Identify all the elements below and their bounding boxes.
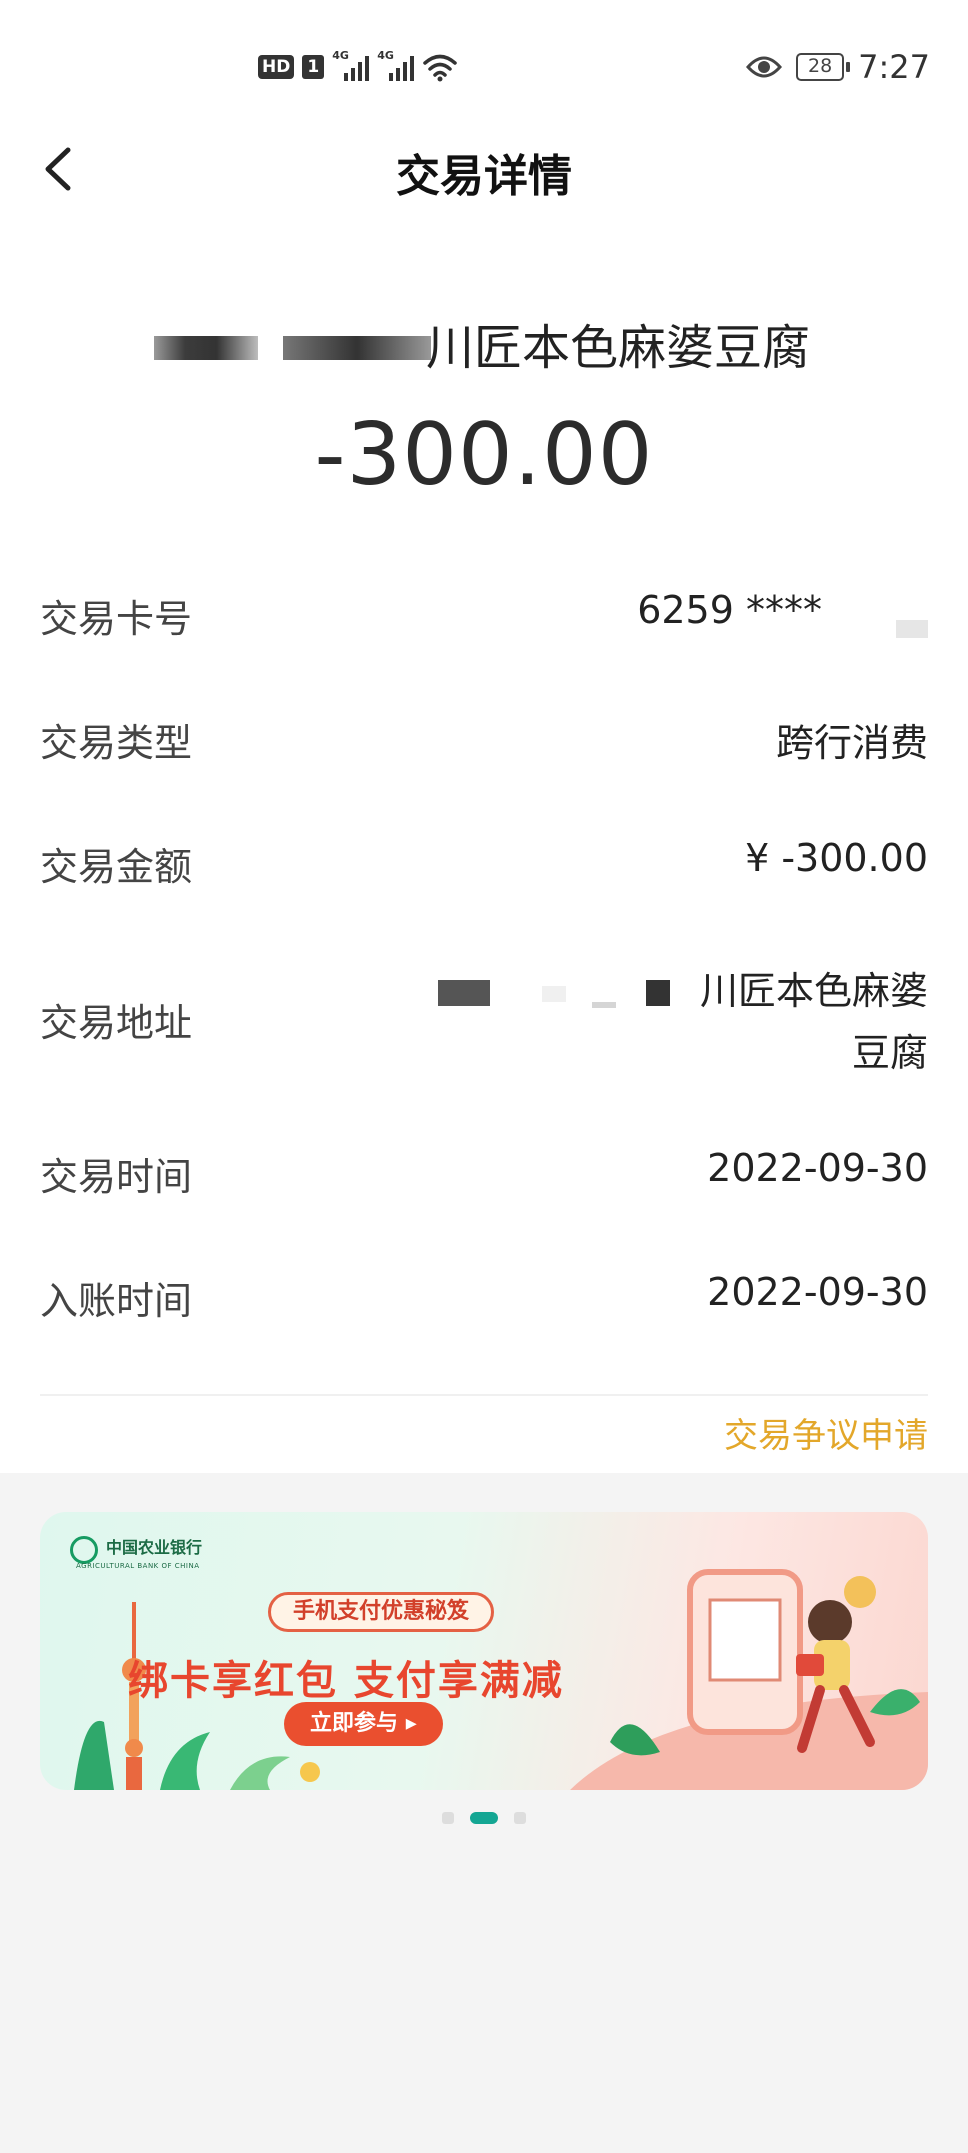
transaction-amount: -300.00 [314, 405, 654, 505]
promo-headline: 绑卡享红包 支付享满减 [128, 1658, 564, 1704]
phone-illustration [570, 1569, 928, 1790]
network-type-label-2: 4G [377, 49, 394, 62]
bank-name-english: AGRICULTURAL BANK OF CHINA [76, 1562, 200, 1570]
status-right: 28 7:27 [746, 48, 930, 86]
divider [40, 1394, 928, 1396]
transaction-amount-value: ¥ -300.00 [745, 836, 928, 880]
battery-icon: 28 [796, 53, 851, 81]
join-now-button[interactable]: 立即参与 ▸ [284, 1702, 443, 1746]
detail-row-time: 交易时间 2022-09-30 [40, 1146, 928, 1202]
eye-icon [746, 56, 783, 78]
redacted-text [542, 986, 566, 1002]
carousel-dot[interactable] [442, 1812, 454, 1824]
redacted-text [154, 336, 258, 360]
detail-row-amount: 交易金额 ¥ -300.00 [40, 836, 928, 892]
sim-badge: 1 [302, 55, 325, 79]
promo-tag: 手机支付优惠秘笈 [268, 1592, 495, 1632]
redacted-text [646, 980, 670, 1006]
carousel-dot-active[interactable] [470, 1812, 498, 1824]
bank-name: 中国农业银行 [106, 1538, 203, 1557]
transaction-address-line1: 川匠本色麻婆 [699, 969, 928, 1013]
play-arrow-icon: ▸ [405, 1711, 417, 1736]
transaction-address-line2: 豆腐 [851, 1031, 928, 1075]
signal-icon-2: 4G [377, 49, 415, 81]
dispute-link[interactable]: 交易争议申请 [724, 1408, 928, 1457]
bank-logo-icon [70, 1536, 98, 1564]
detail-row-type: 交易类型 跨行消费 [40, 712, 928, 768]
posted-time-label: 入账时间 [40, 1279, 193, 1323]
redacted-text [592, 1002, 616, 1008]
clock: 7:27 [858, 48, 930, 86]
transaction-time-label: 交易时间 [40, 1155, 193, 1199]
redacted-text [283, 336, 431, 360]
transaction-type-value: 跨行消费 [775, 721, 928, 765]
detail-row-card: 交易卡号 6259 **** [40, 588, 928, 644]
transaction-address-label: 交易地址 [40, 1001, 193, 1045]
card-number-label: 交易卡号 [40, 597, 193, 641]
join-now-label: 立即参与 [310, 1711, 399, 1736]
promo-banner[interactable]: 中国农业银行 AGRICULTURAL BANK OF CHINA 手机支付优惠… [40, 1512, 928, 1790]
status-bar: HD 1 4G 4G 28 7:27 [0, 48, 968, 98]
merchant-name-area: 川匠本色麻婆豆腐 [0, 302, 968, 376]
page-title: 交易详情 [396, 151, 572, 202]
wifi-icon [423, 54, 457, 82]
transaction-amount-label: 交易金额 [40, 845, 193, 889]
header: 交易详情 [0, 126, 968, 212]
transaction-time-value: 2022-09-30 [707, 1146, 928, 1190]
card-number-value: 6259 **** [637, 588, 822, 632]
signal-icon: 4G [332, 49, 370, 81]
detail-row-posted: 入账时间 2022-09-30 [40, 1270, 928, 1326]
carousel-indicator [0, 1812, 968, 1824]
detail-row-address: 交易地址 川匠本色麻婆 豆腐 [40, 960, 928, 1084]
posted-time-value: 2022-09-30 [707, 1270, 928, 1314]
status-left: HD 1 4G 4G [258, 49, 458, 82]
network-type-label: 4G [332, 49, 349, 62]
redacted-text [896, 620, 928, 638]
redacted-text [438, 980, 490, 1006]
transaction-type-label: 交易类型 [40, 721, 193, 765]
hd-badge: HD [258, 55, 295, 79]
merchant-name: 川匠本色麻婆豆腐 [426, 320, 811, 376]
carousel-dot[interactable] [514, 1812, 526, 1824]
